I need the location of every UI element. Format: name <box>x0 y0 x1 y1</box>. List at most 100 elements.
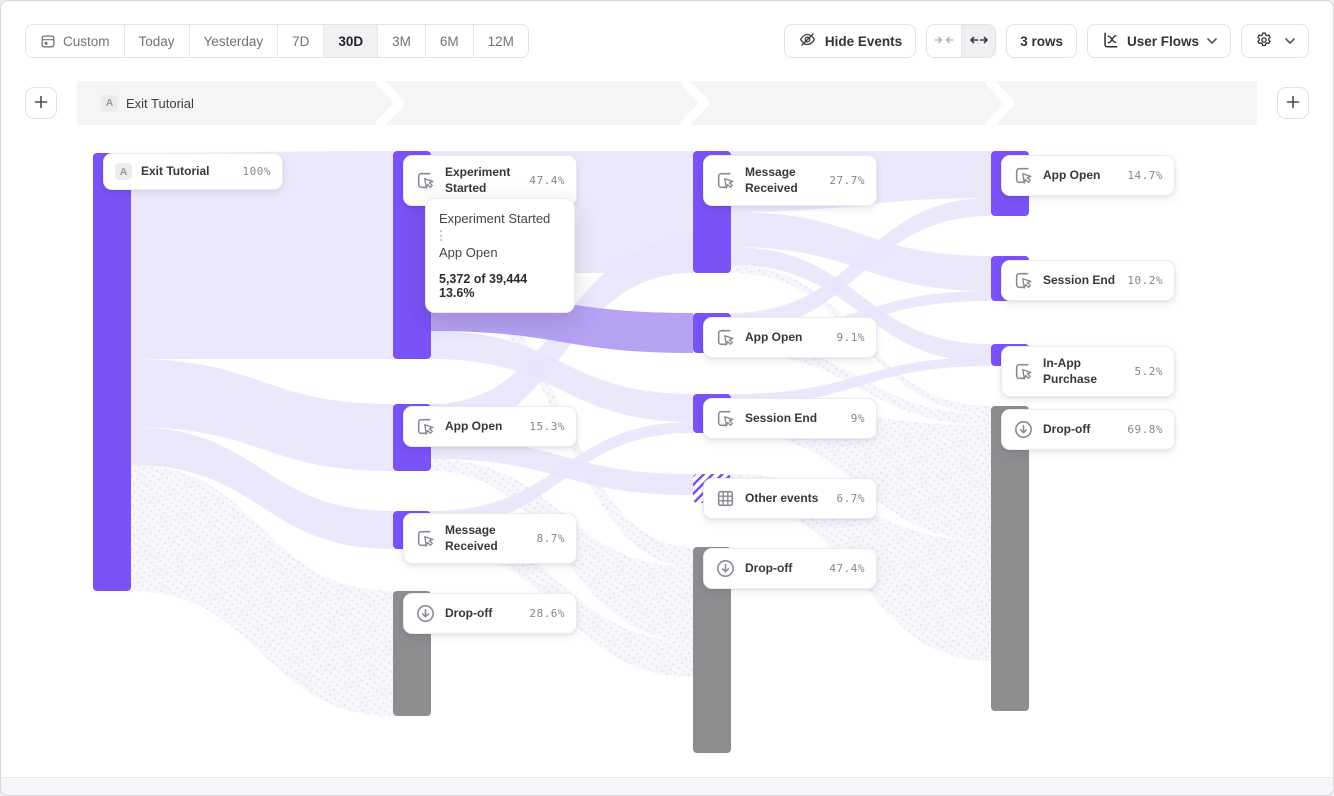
date-range-6m[interactable]: 6M <box>425 25 473 57</box>
date-range-label: Custom <box>63 34 110 49</box>
sankey-node-card-app-open[interactable]: App Open14.7% <box>1001 155 1175 196</box>
node-label: In-App Purchase <box>1043 356 1126 387</box>
collapse-columns-button[interactable] <box>927 25 961 57</box>
event-icon <box>1013 165 1034 186</box>
column-width-toggle <box>926 24 996 58</box>
date-range-label: 3M <box>392 34 411 49</box>
node-percent: 28.6% <box>529 607 565 620</box>
expand-columns-icon <box>969 34 989 49</box>
plus-icon <box>34 95 48 112</box>
date-range-label: 6M <box>440 34 459 49</box>
sankey-node-card-session-end[interactable]: Session End 9% <box>703 398 877 439</box>
sankey-node-card-drop-off[interactable]: Drop-off 69.8% <box>1001 409 1175 450</box>
eye-off-icon <box>798 30 817 52</box>
drop-off-icon <box>1013 419 1034 440</box>
node-label: Drop-off <box>1043 422 1118 438</box>
event-icon <box>415 416 436 437</box>
node-label: Other events <box>745 491 828 507</box>
chevron-down-icon <box>1285 38 1295 44</box>
step-a-cell[interactable]: A Exit Tutorial <box>101 81 194 125</box>
sankey-node-bar-drop-off[interactable] <box>991 406 1029 711</box>
sankey-node-card-drop-off[interactable]: Drop-off 47.4% <box>703 548 877 589</box>
sankey-node-bar-exit-tutorial[interactable] <box>93 153 131 591</box>
toolbar: Custom Today Yesterday 7D 30D 3M 6M 12M Hide Ev… <box>1 1 1333 81</box>
node-label: Drop-off <box>745 561 820 577</box>
date-range-selector: Custom Today Yesterday 7D 30D 3M 6M 12M <box>25 24 529 58</box>
steps-bar[interactable]: A Exit Tutorial <box>77 81 1257 125</box>
sankey-node-card-exit-tutorial[interactable]: AExit Tutorial100% <box>103 153 283 190</box>
sankey-canvas: AExit Tutorial100% Experiment Started 47.4… <box>1 125 1333 777</box>
sankey-node-card-message-received[interactable]: Message Received8.7% <box>403 513 577 564</box>
node-label: Session End <box>1043 273 1118 289</box>
date-range-label: 30D <box>338 34 363 49</box>
date-range-label: Today <box>139 34 175 49</box>
node-percent: 5.2% <box>1135 365 1164 378</box>
date-range-label: 7D <box>292 34 309 49</box>
node-percent: 9% <box>851 412 865 425</box>
date-range-7d[interactable]: 7D <box>277 25 323 57</box>
sankey-node-card-app-open[interactable]: App Open 15.3% <box>403 406 577 447</box>
tooltip-stats: 5,372 of 39,444 13.6% <box>439 272 561 300</box>
sankey-node-card-session-end[interactable]: Session End 10.2% <box>1001 260 1175 301</box>
flows-chart-icon <box>1101 31 1119 52</box>
drop-off-icon <box>715 558 736 579</box>
sankey-node-card-in-app-purchase[interactable]: In-App Purchase 5.2% <box>1001 346 1175 397</box>
event-icon <box>1013 361 1034 382</box>
gear-icon <box>1255 31 1273 52</box>
rows-button[interactable]: 3 rows <box>1006 24 1077 58</box>
node-label: App Open <box>445 419 520 435</box>
date-range-yesterday[interactable]: Yesterday <box>189 25 278 57</box>
sankey-node-card-message-received[interactable]: Message Received 27.7% <box>703 155 877 206</box>
node-percent: 47.4% <box>829 562 865 575</box>
node-label: Drop-off <box>445 606 520 622</box>
date-range-30d[interactable]: 30D <box>323 25 377 57</box>
steps-row: A Exit Tutorial <box>1 81 1333 125</box>
hide-events-button[interactable]: Hide Events <box>784 24 916 58</box>
date-range-12m[interactable]: 12M <box>473 25 528 57</box>
node-percent: 10.2% <box>1127 274 1163 287</box>
sankey-node-card-app-open[interactable]: App Open9.1% <box>703 317 877 358</box>
date-range-custom[interactable]: Custom <box>26 25 124 57</box>
step-letter-badge: A <box>101 95 118 112</box>
node-percent: 8.7% <box>537 532 566 545</box>
event-icon <box>415 170 436 191</box>
flow-tooltip: Experiment Started App Open 5,372 of 39,… <box>425 198 575 313</box>
user-flows-report-window: Custom Today Yesterday 7D 30D 3M 6M 12M Hide Ev… <box>0 0 1334 796</box>
toolbar-right: Hide Events 3 rows User Flows <box>784 24 1309 58</box>
date-range-label: Yesterday <box>204 34 264 49</box>
add-step-before-button[interactable] <box>25 87 57 119</box>
node-label: Experiment Started <box>445 165 520 196</box>
step-letter-badge: A <box>115 163 132 180</box>
tooltip-to-event: App Open <box>439 245 561 260</box>
hide-events-label: Hide Events <box>825 34 902 49</box>
sankey-node-card-drop-off[interactable]: Drop-off 28.6% <box>403 593 577 634</box>
event-icon <box>1013 270 1034 291</box>
node-label: Message Received <box>745 165 820 196</box>
node-percent: 14.7% <box>1127 169 1163 182</box>
node-percent: 27.7% <box>829 174 865 187</box>
node-label: Session End <box>745 411 842 427</box>
tooltip-from-event: Experiment Started <box>439 211 561 226</box>
date-range-3m[interactable]: 3M <box>377 25 425 57</box>
expand-columns-button[interactable] <box>961 25 995 57</box>
event-icon <box>715 408 736 429</box>
grid-icon <box>715 488 736 509</box>
sankey-node-card-other-events[interactable]: Other events6.7% <box>703 478 877 519</box>
date-range-label: 12M <box>488 34 514 49</box>
node-percent: 69.8% <box>1127 423 1163 436</box>
step-separator-chevron <box>681 81 711 125</box>
footer-strip <box>1 777 1333 795</box>
add-step-after-button[interactable] <box>1277 87 1309 119</box>
node-label: App Open <box>745 330 828 346</box>
settings-menu-button[interactable] <box>1241 24 1309 58</box>
node-percent: 47.4% <box>529 174 565 187</box>
view-selector-button[interactable]: User Flows <box>1087 24 1231 58</box>
tooltip-step-connector <box>440 230 442 241</box>
calendar-icon <box>40 33 56 49</box>
rows-label: 3 rows <box>1020 34 1063 49</box>
date-range-today[interactable]: Today <box>124 25 189 57</box>
drop-off-icon <box>415 603 436 624</box>
node-percent: 15.3% <box>529 420 565 433</box>
step-label: Exit Tutorial <box>126 96 194 111</box>
event-icon <box>715 170 736 191</box>
